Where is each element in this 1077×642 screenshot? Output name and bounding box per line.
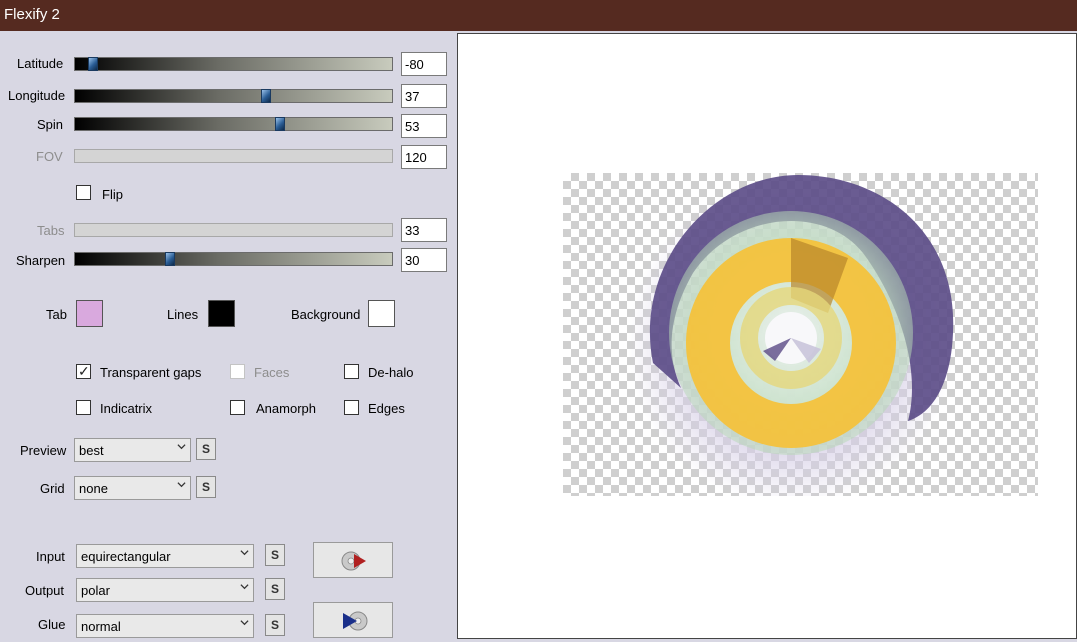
glue-select[interactable]: normal (76, 614, 254, 638)
title-bar: Flexify 2 (0, 0, 1077, 31)
indicatrix-label: Indicatrix (100, 401, 153, 416)
swap-icon: S (270, 548, 279, 562)
forward-disc-icon (343, 611, 368, 631)
tabs-label: Tabs (37, 223, 65, 238)
tab-color-label: Tab (46, 307, 67, 322)
sharpen-slider[interactable] (74, 252, 393, 266)
transparent-gaps-checkbox[interactable]: ✓ (76, 363, 91, 379)
sharpen-label: Sharpen (16, 253, 66, 268)
spin-input[interactable]: 53 (401, 114, 447, 138)
grid-select[interactable]: none (74, 476, 191, 500)
forward-button[interactable] (313, 602, 393, 638)
latitude-input[interactable]: -80 (401, 52, 447, 76)
glue-label: Glue (38, 617, 66, 632)
play-disc-icon (341, 551, 366, 571)
longitude-slider-thumb[interactable] (261, 89, 272, 103)
input-label: Input (36, 549, 65, 564)
input-swap-button[interactable]: S (265, 544, 285, 566)
spin-label: Spin (37, 117, 64, 132)
background-color-label: Background (291, 307, 361, 322)
swap-icon: S (270, 618, 279, 632)
control-panel: Latitude -80 Longitude 37 Spin 53 FOV 12… (0, 31, 457, 639)
longitude-input[interactable]: 37 (401, 84, 447, 108)
anamorph-checkbox[interactable] (230, 400, 245, 415)
sharpen-input[interactable]: 30 (401, 248, 447, 272)
glue-swap-button[interactable]: S (265, 614, 285, 636)
grid-select-value: none (79, 481, 108, 496)
latitude-slider[interactable] (74, 57, 393, 71)
tabs-slider (74, 223, 393, 237)
output-select-value: polar (81, 583, 110, 598)
grid-swap-button[interactable]: S (196, 476, 216, 498)
longitude-slider[interactable] (74, 89, 393, 103)
anamorph-label: Anamorph (256, 401, 316, 416)
preview-select[interactable]: best (74, 438, 191, 462)
apply-button[interactable] (313, 542, 393, 578)
preview-label: Preview (20, 443, 67, 458)
flip-label: Flip (102, 187, 123, 202)
chevron-down-icon (177, 444, 186, 450)
dehalo-checkbox[interactable] (344, 364, 359, 379)
tab-color-swatch[interactable] (76, 300, 103, 327)
transparency-checkerboard (563, 173, 1038, 496)
swap-icon: S (201, 442, 210, 456)
indicatrix-checkbox[interactable] (76, 400, 91, 415)
chevron-down-icon (177, 482, 186, 488)
output-label: Output (25, 583, 65, 598)
spin-slider-thumb[interactable] (275, 117, 286, 131)
preview-swap-button[interactable]: S (196, 438, 216, 460)
spin-slider[interactable] (74, 117, 393, 131)
tabs-input[interactable]: 33 (401, 218, 447, 242)
edges-label: Edges (368, 401, 405, 416)
dehalo-label: De-halo (368, 365, 414, 380)
chevron-down-icon (240, 550, 249, 556)
transparent-gaps-label: Transparent gaps (100, 365, 202, 380)
chevron-down-icon (240, 620, 249, 626)
preview-select-value: best (79, 443, 104, 458)
flexify-preview-image (628, 175, 954, 496)
window-title: Flexify 2 (4, 6, 60, 23)
checkmark-icon: ✓ (78, 363, 90, 379)
output-swap-button[interactable]: S (265, 578, 285, 600)
swap-icon: S (270, 582, 279, 596)
lines-color-label: Lines (167, 307, 199, 322)
edges-checkbox[interactable] (344, 400, 359, 415)
swap-icon: S (201, 480, 210, 494)
latitude-label: Latitude (17, 56, 64, 71)
chevron-down-icon (240, 584, 249, 590)
faces-label: Faces (254, 365, 290, 380)
preview-pane (457, 33, 1077, 639)
faces-checkbox (230, 364, 245, 379)
output-select[interactable]: polar (76, 578, 254, 602)
sharpen-slider-thumb[interactable] (165, 252, 176, 266)
fov-label: FOV (36, 149, 63, 164)
latitude-slider-thumb[interactable] (87, 57, 98, 71)
flip-checkbox[interactable] (76, 185, 91, 200)
glue-select-value: normal (81, 619, 121, 634)
fov-input: 120 (401, 145, 447, 169)
input-select-value: equirectangular (81, 549, 171, 564)
lines-color-swatch[interactable] (208, 300, 235, 327)
fov-slider (74, 149, 393, 163)
longitude-label: Longitude (8, 88, 66, 103)
input-select[interactable]: equirectangular (76, 544, 254, 568)
grid-label: Grid (40, 481, 65, 496)
background-color-swatch[interactable] (368, 300, 395, 327)
